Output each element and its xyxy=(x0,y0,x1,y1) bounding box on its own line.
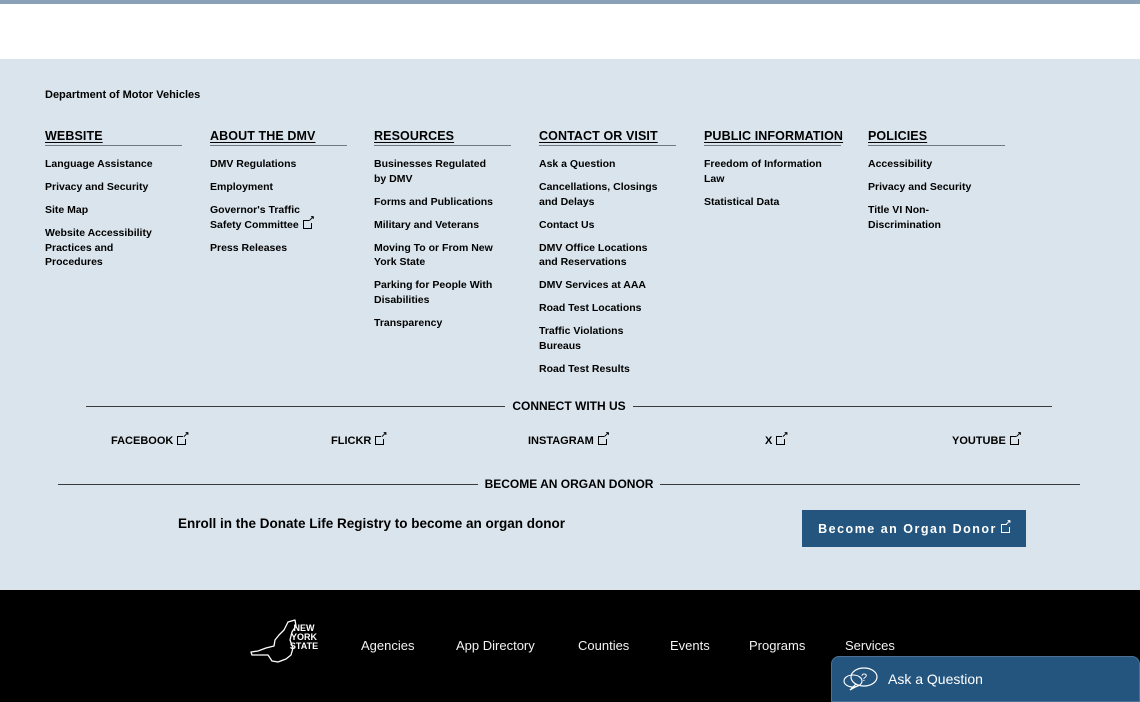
divider-line xyxy=(86,405,506,407)
footer-link[interactable]: Road Test Results xyxy=(539,362,676,377)
footer-column-contact: CONTACT OR VISIT Ask a Question Cancella… xyxy=(539,129,676,385)
footer-link[interactable]: Ask a Question xyxy=(539,157,676,172)
external-link-icon xyxy=(177,431,189,445)
divider-line xyxy=(632,405,1053,407)
footer-link[interactable]: Press Releases xyxy=(210,241,347,256)
footer-link[interactable]: Accessibility xyxy=(868,157,1005,172)
footer-link[interactable]: Employment xyxy=(210,180,347,195)
column-heading: CONTACT OR VISIT xyxy=(539,129,676,146)
footer-link[interactable]: Military and Veterans xyxy=(374,218,511,233)
svg-text:STATE: STATE xyxy=(290,641,318,651)
footer-link[interactable]: Traffic Violations Bureaus xyxy=(539,324,635,353)
department-title: Department of Motor Vehicles xyxy=(45,89,201,101)
link-list: Businesses Regulated by DMV Forms and Pu… xyxy=(374,157,511,330)
nav-link-programs[interactable]: Programs xyxy=(749,638,805,653)
ask-a-question-widget[interactable]: ? Ask a Question xyxy=(831,656,1140,702)
external-link-icon xyxy=(1009,431,1022,445)
footer-link[interactable]: Privacy and Security xyxy=(868,180,1005,195)
footer-column-resources: RESOURCES Businesses Regulated by DMV Fo… xyxy=(374,129,511,339)
external-link-icon xyxy=(375,431,387,445)
social-link-facebook[interactable]: FACEBOOK xyxy=(111,431,189,447)
social-link-youtube[interactable]: YOUTUBE xyxy=(952,431,1022,447)
footer-link[interactable]: Forms and Publications xyxy=(374,195,511,210)
chat-question-icon: ? xyxy=(843,667,878,691)
connect-divider: CONNECT WITH US xyxy=(86,399,1053,413)
footer-link[interactable]: Statistical Data xyxy=(704,195,841,210)
dmv-footer: Department of Motor Vehicles WEBSITE Lan… xyxy=(0,59,1140,590)
footer-link[interactable]: Parking for People With Disabilities xyxy=(374,278,500,307)
organ-donor-text: Enroll in the Donate Life Registry to be… xyxy=(178,516,566,531)
social-link-x[interactable]: X xyxy=(765,431,788,447)
footer-link[interactable]: Privacy and Security xyxy=(45,180,182,195)
divider-line xyxy=(660,483,1081,485)
external-link-icon xyxy=(597,431,610,445)
organ-donor-heading: BECOME AN ORGAN DONOR xyxy=(484,477,654,491)
footer-column-about: ABOUT THE DMV DMV Regulations Employment… xyxy=(210,129,347,264)
organ-donor-divider: BECOME AN ORGAN DONOR xyxy=(58,477,1081,491)
column-heading: POLICIES xyxy=(868,129,1005,146)
link-list: Accessibility Privacy and Security Title… xyxy=(868,157,1005,232)
footer-link[interactable]: Site Map xyxy=(45,203,182,218)
footer-column-public-info: PUBLIC INFORMATION Freedom of Informatio… xyxy=(704,129,843,218)
nav-link-services[interactable]: Services xyxy=(845,638,895,653)
nav-link-app-directory[interactable]: App Directory xyxy=(456,638,535,653)
footer-link[interactable]: DMV Services at AAA xyxy=(539,278,676,293)
become-organ-donor-button[interactable]: Become an Organ Donor xyxy=(802,510,1026,547)
page-content-area xyxy=(0,4,1140,59)
social-link-flickr[interactable]: FLICKR xyxy=(331,431,387,447)
footer-column-policies: POLICIES Accessibility Privacy and Secur… xyxy=(868,129,1005,241)
footer-link[interactable]: Website Accessibility Practices and Proc… xyxy=(45,226,160,270)
link-list: DMV Regulations Employment Governor's Tr… xyxy=(210,157,347,255)
footer-link[interactable]: Freedom of Information Law xyxy=(704,157,829,186)
column-heading: ABOUT THE DMV xyxy=(210,129,347,146)
footer-link[interactable]: Moving To or From New York State xyxy=(374,241,500,270)
nav-link-agencies[interactable]: Agencies xyxy=(361,638,414,653)
external-link-icon xyxy=(302,215,315,229)
column-heading: RESOURCES xyxy=(374,129,511,146)
footer-column-website: WEBSITE Language Assistance Privacy and … xyxy=(45,129,182,278)
footer-link[interactable]: Cancellations, Closings and Delays xyxy=(539,180,663,209)
connect-heading: CONNECT WITH US xyxy=(512,399,626,413)
ask-a-question-label: Ask a Question xyxy=(888,671,983,687)
footer-link[interactable]: DMV Regulations xyxy=(210,157,347,172)
footer-link[interactable]: Businesses Regulated by DMV xyxy=(374,157,499,186)
footer-link[interactable]: Contact Us xyxy=(539,218,676,233)
nav-link-events[interactable]: Events xyxy=(670,638,710,653)
column-heading: PUBLIC INFORMATION xyxy=(704,129,843,146)
footer-link[interactable]: Transparency xyxy=(374,316,511,331)
external-link-icon xyxy=(776,431,788,445)
footer-link[interactable]: Language Assistance xyxy=(45,157,182,172)
nav-link-counties[interactable]: Counties xyxy=(578,638,629,653)
footer-link[interactable]: Governor's Traffic Safety Committee xyxy=(210,203,328,232)
svg-text:?: ? xyxy=(861,672,867,684)
new-york-state-logo[interactable]: NEW YORK STATE xyxy=(248,618,324,666)
link-list: Ask a Question Cancellations, Closings a… xyxy=(539,157,676,376)
link-list: Language Assistance Privacy and Security… xyxy=(45,157,182,270)
external-link-icon xyxy=(1000,519,1013,533)
social-link-instagram[interactable]: INSTAGRAM xyxy=(528,431,610,447)
column-heading: WEBSITE xyxy=(45,129,182,146)
link-list: Freedom of Information Law Statistical D… xyxy=(704,157,841,209)
footer-link[interactable]: Title VI Non-Discrimination xyxy=(868,203,948,232)
footer-link[interactable]: Road Test Locations xyxy=(539,301,676,316)
divider-line xyxy=(58,483,478,485)
footer-link[interactable]: DMV Office Locations and Reservations xyxy=(539,241,653,270)
